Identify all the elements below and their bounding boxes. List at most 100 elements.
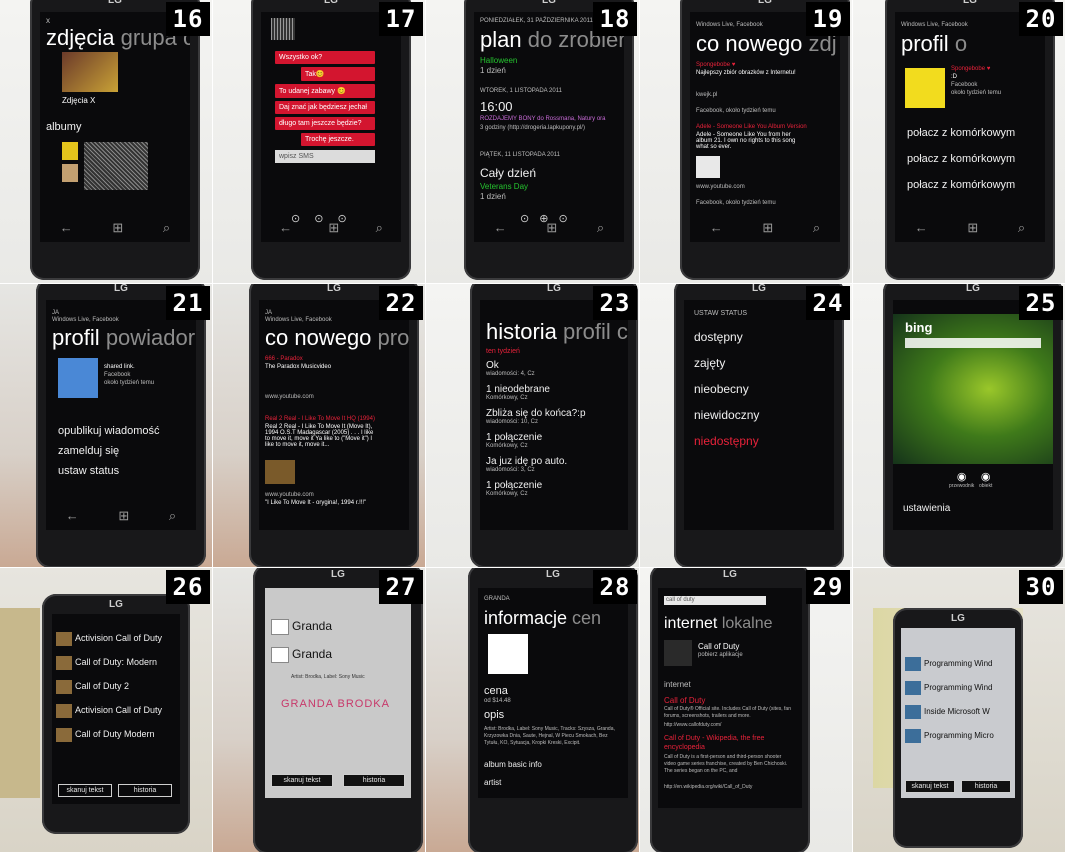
search-icon[interactable]: ⌕ xyxy=(1018,220,1025,236)
result-item[interactable]: Granda xyxy=(271,640,332,668)
history-row[interactable]: 1 połączenie Komórkowy, Cz xyxy=(486,432,586,456)
vision-button[interactable]: ◉ obiekt xyxy=(979,470,992,489)
history-row[interactable]: 1 nieodebrane Komórkowy, Cz xyxy=(486,384,586,408)
result-url[interactable]: http://www.callofduty.com/ xyxy=(664,722,721,728)
result-item[interactable]: Granda xyxy=(271,612,332,640)
app-icon[interactable] xyxy=(664,640,692,666)
result-item[interactable]: Activision Call of Duty xyxy=(56,626,162,650)
history-button[interactable]: historia xyxy=(343,774,405,787)
windows-icon[interactable]: ⊞ xyxy=(546,220,557,236)
nav-bar: ← ⊞ ⌕ xyxy=(895,220,1045,236)
phone-screen: x zdjęcia grupa c Zdjęcia X albumy ← ⊞ ⌕ xyxy=(40,12,190,242)
search-input[interactable] xyxy=(905,338,1041,348)
status-option[interactable]: dostępny xyxy=(694,328,743,346)
message-bubble[interactable]: długo tam jeszcze będzie? xyxy=(275,117,375,130)
history-button[interactable]: historia xyxy=(118,784,172,797)
scan-text-button[interactable]: skanuj tekst xyxy=(58,784,112,797)
nav-bar: ← ⊞ ⌕ xyxy=(46,508,196,524)
app-title[interactable]: Call of Duty xyxy=(698,642,739,651)
back-icon[interactable]: ← xyxy=(279,220,292,236)
artist-link[interactable]: artist xyxy=(484,778,501,787)
result-thumbnail xyxy=(905,704,921,719)
message-bubble[interactable]: Wszystko ok? xyxy=(275,51,375,64)
post-link[interactable]: www.youtube.com xyxy=(265,394,314,400)
message-bubble[interactable]: Tak😊 xyxy=(301,67,375,81)
post-author[interactable]: Spongebobe ♥ xyxy=(696,62,735,68)
back-icon[interactable]: ← xyxy=(60,220,73,236)
windows-icon[interactable]: ⊞ xyxy=(112,220,123,236)
windows-icon[interactable]: ⊞ xyxy=(118,508,129,524)
album-info-link[interactable]: album basic info xyxy=(484,760,542,769)
message-bubble[interactable]: Daj znać jak będziesz jechał xyxy=(275,101,375,114)
search-icon[interactable]: ⌕ xyxy=(163,220,170,236)
history-row[interactable]: Ja juz idę po auto. wiadomości: 3, Cz xyxy=(486,456,586,480)
message-bubble[interactable]: Trochę jeszcze. xyxy=(301,133,375,146)
back-icon[interactable]: ← xyxy=(494,220,507,236)
post-author[interactable]: Adele - Someone Like You Album Version xyxy=(696,124,807,130)
event-title[interactable]: ROZDAJEMY BONY do Rossmana, Natury ora xyxy=(480,116,606,122)
vision-label: obiekt xyxy=(979,483,993,489)
result-item[interactable]: Call of Duty 2 xyxy=(56,674,162,698)
camera-text: GRANDA BRODKA xyxy=(281,698,390,710)
sms-input[interactable]: wpisz SMS xyxy=(275,150,375,163)
search-input[interactable]: call of duty xyxy=(664,596,766,605)
search-icon[interactable]: ⌕ xyxy=(169,508,176,524)
video-thumbnail[interactable] xyxy=(265,460,295,484)
profile-action[interactable]: zamelduj się xyxy=(58,442,119,460)
result-item[interactable]: Call of Duty: Modern xyxy=(56,650,162,674)
status-option-selected[interactable]: niedostępny xyxy=(694,432,759,450)
windows-icon[interactable]: ⊞ xyxy=(967,220,978,236)
screen-title: profil powiador xyxy=(52,326,195,350)
scan-text-button[interactable]: skanuj tekst xyxy=(905,780,955,793)
history-list: Ok wiadomości: 4, Cz 1 nieodebrane Komórko… xyxy=(486,360,586,504)
result-item[interactable]: Programming Wind xyxy=(905,676,994,700)
tile-28: GRANDA informacje cen cena od $14.48 opi… xyxy=(426,568,640,853)
result-item[interactable]: Activision Call of Duty xyxy=(56,698,162,722)
profile-action[interactable]: opublikuj wiadomość xyxy=(58,422,160,440)
result-item[interactable]: Programming Wind xyxy=(905,652,994,676)
status-option[interactable]: zajęty xyxy=(694,354,725,372)
post-link[interactable]: kwejk.pl xyxy=(696,92,717,98)
album-thumbnail[interactable] xyxy=(62,142,78,160)
post-author[interactable]: 666 - Paradox xyxy=(265,356,303,362)
album-thumbnail[interactable] xyxy=(62,52,118,92)
tile-22: JA Windows Live, Facebook co nowego pro … xyxy=(213,284,426,568)
search-icon[interactable]: ⌕ xyxy=(597,220,604,236)
profile-action[interactable]: połacz z komórkowym xyxy=(907,176,1015,194)
result-item[interactable]: Programming Micro xyxy=(905,724,994,748)
post-link[interactable]: www.youtube.com xyxy=(696,184,745,190)
profile-action[interactable]: ustaw status xyxy=(58,462,119,480)
windows-icon[interactable]: ⊞ xyxy=(762,220,773,236)
search-icon[interactable]: ⌕ xyxy=(813,220,820,236)
event-title[interactable]: Veterans Day xyxy=(480,182,528,191)
history-row[interactable]: Zbliża się do końca?:p wiadomości: 10, Cz xyxy=(486,408,586,432)
search-icon[interactable]: ⌕ xyxy=(376,220,383,236)
profile-action[interactable]: połacz z komórkowym xyxy=(907,150,1015,168)
back-icon[interactable]: ← xyxy=(66,508,79,524)
event-title[interactable]: Halloween xyxy=(480,56,517,65)
status-option[interactable]: nieobecny xyxy=(694,380,749,398)
history-row[interactable]: 1 połączenie Komórkowy, Cz xyxy=(486,480,586,504)
result-item[interactable]: Call of Duty Modern xyxy=(56,722,162,746)
profile-action[interactable]: połacz z komórkowym xyxy=(907,124,1015,142)
result-url[interactable]: http://en.wikipedia.org/wiki/Call_of_Dut… xyxy=(664,784,752,790)
settings-link[interactable]: ustawienia xyxy=(903,500,950,518)
album-thumbnail[interactable] xyxy=(62,164,78,182)
result-title[interactable]: Call of Duty xyxy=(664,696,705,705)
guide-button[interactable]: ◉ przewodnik xyxy=(949,470,974,489)
windows-icon[interactable]: ⊞ xyxy=(328,220,339,236)
history-button[interactable]: historia xyxy=(961,780,1011,793)
tile-29: call of duty internet lokalne Call of Du… xyxy=(640,568,853,853)
status-option[interactable]: niewidoczny xyxy=(694,406,759,424)
post-link[interactable]: www.youtube.com xyxy=(265,492,314,498)
scan-text-button[interactable]: skanuj tekst xyxy=(271,774,333,787)
message-bubble[interactable]: To udanej zabawy 😊 xyxy=(275,84,375,98)
result-title: Granda xyxy=(292,619,333,633)
back-icon[interactable]: ← xyxy=(915,220,928,236)
history-row[interactable]: Ok wiadomości: 4, Cz xyxy=(486,360,586,384)
back-icon[interactable]: ← xyxy=(710,220,723,236)
result-title[interactable]: Call of Duty - Wikipedia, the free encyc… xyxy=(664,734,792,752)
result-item[interactable]: Inside Microsoft W xyxy=(905,700,994,724)
post-author[interactable]: Real 2 Real - I Like To Move It HQ (1994… xyxy=(265,416,375,422)
video-thumbnail[interactable] xyxy=(696,156,720,178)
